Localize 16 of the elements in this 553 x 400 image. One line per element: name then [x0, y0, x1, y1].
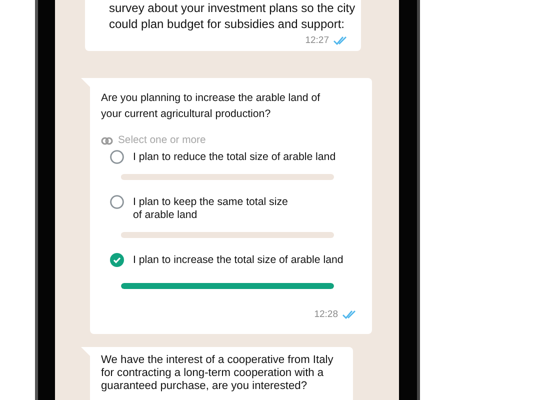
message-text: could plan budget for subsidies and support: [109, 16, 346, 32]
message-text: for contracting a long-term cooperation with a [101, 367, 325, 380]
poll-question: Are you planning to increase the arable land of your current agricultural production? [101, 91, 322, 122]
poll-option[interactable]: I plan to reduce the total size of arable land [133, 151, 336, 164]
message-text: We have the interest of a cooperative from Italy [101, 354, 334, 367]
radio-button[interactable] [110, 150, 124, 164]
message-text: survey about your investment plans so the city [109, 0, 356, 16]
checked-icon[interactable] [110, 253, 124, 267]
message-time: 12:28 [314, 309, 338, 320]
message-text: guaranteed purchase, are you interested? [101, 380, 308, 393]
multiple-choice-icon [101, 136, 113, 144]
poll-hint: Select one or more [118, 135, 206, 146]
poll-option[interactable]: I plan to keep the same total size of arable land [133, 196, 288, 222]
message-time: 12:27 [305, 35, 329, 46]
radio-button[interactable] [110, 195, 124, 209]
poll-option[interactable]: I plan to increase the total size of arable land [133, 254, 344, 267]
